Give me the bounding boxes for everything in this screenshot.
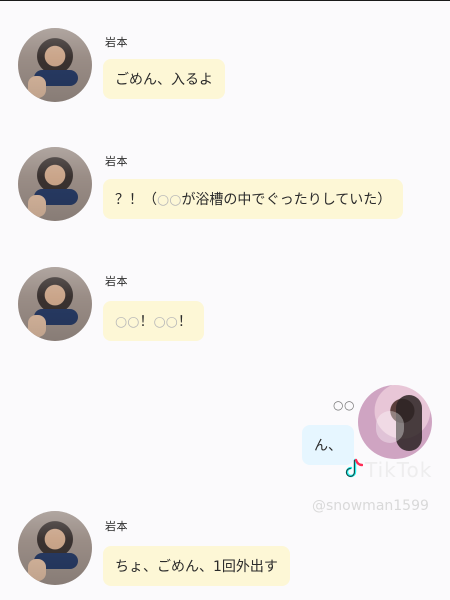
message-text-mid: ！ [139,314,154,330]
sender-name: 岩本 [105,275,128,288]
message-text-prefix: ？！（ [115,192,157,208]
avatar-shade [18,147,92,221]
sender-name: 岩本 [105,155,128,168]
avatar-shade [18,511,92,585]
tiktok-watermark-text: TikTok [365,458,433,482]
avatar-iwamoto[interactable] [18,267,92,341]
top-divider [0,0,450,1]
avatar-iwamoto[interactable] [18,147,92,221]
sender-name-right: ○○ [333,398,355,412]
placeholder-name: ○○ [157,192,182,208]
avatar-glow [376,411,404,443]
avatar-shade [18,267,92,341]
tiktok-watermark-handle: @snowman1599 [312,498,429,514]
message-bubble[interactable]: ○○！○○！ [103,301,204,341]
message-bubble[interactable]: ちょ、ごめん、1回外出す [103,546,290,586]
avatar-shade [18,28,92,102]
tiktok-logo-icon [345,458,363,478]
message-bubble[interactable]: ？！（○○が浴槽の中でぐったりしていた） [103,179,404,219]
placeholder-name: ○○ [115,314,140,330]
avatar-iwamoto[interactable] [18,28,92,102]
avatar-user[interactable] [358,385,432,459]
sender-name: 岩本 [105,520,128,533]
message-bubble[interactable]: ごめん、入るよ [103,59,225,99]
sender-name: 岩本 [105,36,128,49]
avatar-iwamoto[interactable] [18,511,92,585]
placeholder-name: ○○ [153,314,178,330]
message-text-suffix: が浴槽の中でぐったりしていた） [181,192,392,208]
message-text-suffix: ！ [177,314,192,330]
